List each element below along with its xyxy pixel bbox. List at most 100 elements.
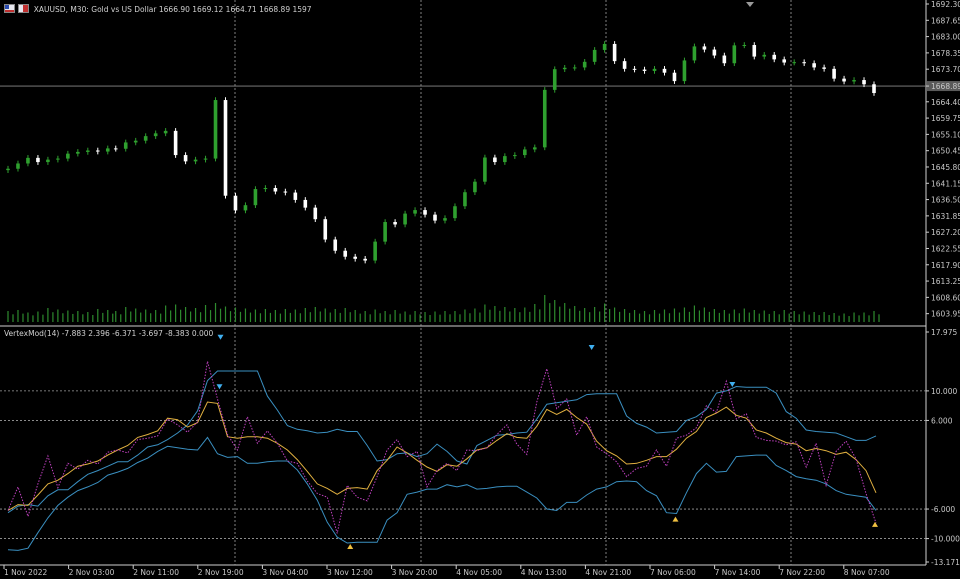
candle-body	[732, 45, 737, 64]
time-axis-label: 4 Nov 13:00	[521, 568, 567, 577]
volume-bar	[389, 314, 391, 322]
volume-bar	[409, 314, 411, 322]
volume-bar	[823, 312, 825, 322]
candle-body	[622, 61, 627, 69]
volume-bar	[309, 312, 311, 322]
volume-bar	[254, 309, 257, 322]
volume-bar	[619, 311, 621, 322]
volume-bar	[609, 309, 611, 322]
price-axis-label: 1631.85	[931, 212, 960, 221]
volume-bar	[509, 311, 511, 322]
volume-bar	[668, 313, 671, 322]
candle-body	[293, 192, 298, 200]
candle-body	[792, 62, 796, 64]
time-axis-label: 4 Nov 05:00	[456, 568, 502, 577]
volume-bar	[204, 305, 207, 322]
volume-bar	[454, 311, 456, 322]
volume-bar	[264, 309, 267, 322]
volume-bar	[17, 310, 19, 322]
volume-bar	[633, 310, 636, 322]
candle-body	[433, 214, 437, 221]
volume-bar	[419, 314, 421, 322]
candle-body	[76, 151, 80, 154]
price-axis-label: 1636.50	[931, 196, 960, 205]
candle-body	[26, 157, 30, 164]
volume-bar	[82, 314, 84, 322]
candle-body	[363, 258, 367, 261]
candle-body	[772, 54, 777, 60]
volume-bar	[269, 312, 272, 322]
candle-body	[153, 133, 158, 137]
volume-bar	[703, 307, 705, 322]
volume-bar	[52, 312, 54, 322]
volume-bar	[87, 312, 89, 322]
indicator-name: VertexMod(14)	[4, 329, 60, 338]
volume-bar	[564, 303, 566, 322]
price-axis-label: 1645.80	[931, 163, 960, 172]
volume-bar	[469, 313, 471, 322]
volume-bar	[324, 308, 326, 322]
volume-bar	[170, 310, 172, 322]
volume-bar	[444, 311, 446, 322]
volume-bar	[594, 307, 596, 322]
volume-bar	[723, 310, 725, 322]
volume-bar	[150, 313, 152, 322]
candle-body	[413, 210, 417, 214]
indicator-axis-label: -10.000	[931, 535, 960, 544]
candle-body	[473, 181, 477, 193]
volume-bar	[574, 306, 576, 322]
candle-body	[782, 59, 787, 63]
price-axis-label: 1622.55	[931, 244, 960, 253]
volume-bar	[559, 306, 561, 322]
candle-body	[333, 239, 338, 251]
candle-body	[383, 222, 387, 242]
volume-bar	[763, 310, 765, 322]
candle-body	[443, 218, 447, 221]
price-axis-label: 1692.30	[931, 0, 960, 9]
time-axis-label: 2 Nov 11:00	[133, 568, 179, 577]
candle-body	[582, 61, 587, 68]
candle-body	[133, 140, 138, 143]
chart-canvas[interactable]: 1692.30 1687.65 1683.00 1678.35 1673.70 1668.…	[0, 0, 960, 579]
candle-body	[463, 192, 467, 207]
buy-arrow-icon	[872, 521, 879, 527]
volume-bar	[130, 311, 132, 322]
volume-bar	[414, 311, 416, 322]
candle-body	[812, 63, 816, 68]
volume-bar	[97, 309, 99, 322]
volume-bar	[234, 307, 237, 322]
chart-shift-marker-icon[interactable]	[746, 2, 754, 7]
volume-bar	[579, 310, 581, 322]
volume-bar	[449, 314, 451, 322]
time-axis-label: 1 Nov 2022	[4, 568, 47, 577]
trading-terminal-chart-window: 1692.30 1687.65 1683.00 1678.35 1673.70 1668.…	[0, 0, 960, 579]
volume-bar	[120, 314, 122, 322]
volume-bar	[743, 308, 745, 322]
price-axis-label: 1617.90	[931, 261, 960, 270]
volume-bar	[67, 310, 69, 322]
candle-body	[393, 222, 397, 225]
volume-bar	[349, 312, 351, 322]
volume-bar	[37, 311, 39, 322]
candle-body	[712, 49, 717, 56]
volume-bar	[319, 311, 321, 322]
volume-bar	[544, 295, 546, 322]
volume-bar	[733, 309, 735, 322]
chart-grid	[0, 0, 927, 566]
price-axis-label: 1678.35	[931, 49, 960, 58]
volume-bar	[429, 315, 431, 322]
candle-body	[113, 148, 118, 150]
volume-bar	[145, 309, 147, 322]
main-chart-header: XAUUSD, M30: Gold vs US Dollar 1666.90 1…	[4, 4, 312, 14]
volume-bar	[464, 309, 466, 322]
candle-body	[36, 157, 40, 163]
candle-body	[313, 207, 318, 220]
symbol-name: XAUUSD, M30:	[33, 5, 89, 14]
volume-bar	[623, 309, 626, 322]
volume-bar	[813, 312, 815, 322]
buy-arrow-icon	[347, 543, 354, 549]
volume-bar	[22, 313, 24, 322]
candle-body	[513, 155, 517, 157]
candle-body	[105, 148, 110, 152]
volume-bar	[194, 308, 197, 322]
